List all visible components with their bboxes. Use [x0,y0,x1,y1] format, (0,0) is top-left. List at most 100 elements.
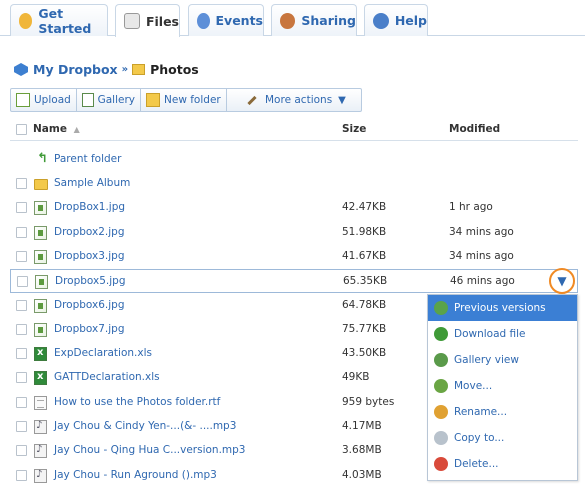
file-size: 4.17MB [342,420,382,432]
excel-file-icon [34,347,47,362]
table-row[interactable]: DropBox1.jpg 42.47KB 1 hr ago [10,196,578,220]
row-checkbox[interactable] [16,178,27,189]
row-checkbox[interactable] [16,226,27,238]
row-checkbox[interactable] [17,276,28,288]
events-icon [197,12,210,29]
row-checkbox[interactable] [16,421,27,432]
move-icon [434,379,448,393]
file-name-link[interactable]: Sample Album [54,177,130,189]
menu-item-label: Previous versions [454,302,546,314]
tab-files[interactable]: Files [115,4,180,37]
size-column-header[interactable]: Size [342,123,366,135]
folder-icon [34,179,48,190]
tab-label: Get Started [38,5,92,36]
file-name-link[interactable]: GATTDeclaration.xls [54,371,160,383]
file-size: 43.50KB [342,347,387,360]
tab-label: Files [145,13,179,29]
new-folder-button[interactable]: New folder [141,89,227,111]
help-icon [373,12,389,29]
file-modified: 34 mins ago [449,225,514,238]
new-folder-icon [146,93,160,107]
sort-arrow-icon: ▲ [73,125,80,134]
file-name-link[interactable]: DropBox1.jpg [54,201,125,213]
menu-item-previous-versions[interactable]: Previous versions [428,295,577,321]
breadcrumb-home-link[interactable]: My Dropbox [33,62,118,77]
row-checkbox[interactable] [16,372,27,384]
row-checkbox[interactable] [16,202,27,214]
menu-item-delete[interactable]: Delete... [428,451,577,477]
row-checkbox[interactable] [16,445,27,457]
tab-label: Events [215,13,263,28]
file-name-link[interactable]: ExpDeclaration.xls [54,347,152,359]
tab-events[interactable]: Events [188,4,264,36]
file-name-link[interactable]: Dropbox6.jpg [54,299,125,311]
file-size: 4.03MB [342,468,382,481]
file-name-link[interactable]: Jay Chou & Cindy Yen-...(&- ....mp3 [54,420,236,432]
menu-item-copy[interactable]: Copy to... [428,425,577,451]
row-actions-dropdown-button[interactable]: ▼ [549,268,575,294]
parent-folder-row: ↰ Parent folder [10,148,578,172]
rename-icon [434,405,448,419]
parent-folder-link[interactable]: Parent folder [54,153,121,165]
download-icon [434,327,448,341]
file-name-link[interactable]: Jay Chou - Qing Hua C...version.mp3 [54,444,246,456]
row-checkbox[interactable] [16,323,27,335]
upload-button[interactable]: Upload [11,89,77,111]
file-size: 49KB [342,371,370,384]
file-size: 51.98KB [342,225,387,238]
file-size: 64.78KB [342,298,387,311]
modified-column-header[interactable]: Modified [449,123,500,135]
tab-get-started[interactable]: Get Started [10,4,108,36]
menu-item-gallery-view[interactable]: Gallery view [428,347,577,373]
file-name-link[interactable]: How to use the Photos folder.rtf [54,396,220,408]
menu-item-rename[interactable]: Rename... [428,399,577,425]
row-context-menu: Previous versions Download file Gallery vi… [427,294,578,481]
copy-icon [434,431,448,445]
table-row[interactable]: Sample Album [10,172,578,196]
table-row[interactable]: Dropbox2.jpg 51.98KB 34 mins ago [10,221,578,245]
row-checkbox[interactable] [16,250,27,262]
sharing-icon [280,12,296,29]
file-size: 3.68MB [342,444,382,457]
table-row[interactable]: Dropbox3.jpg 41.67KB 34 mins ago [10,245,578,269]
menu-item-download[interactable]: Download file [428,321,577,347]
more-actions-button[interactable]: More actions ▼ [227,89,361,111]
file-modified: 34 mins ago [449,249,514,262]
audio-file-icon [34,468,47,483]
menu-item-label: Move... [454,380,493,392]
get-started-icon [19,12,33,29]
row-checkbox[interactable] [16,348,27,360]
image-file-icon [34,225,47,240]
gallery-view-icon [434,353,448,367]
menu-item-label: Delete... [454,458,499,470]
file-size: 65.35KB [343,275,388,288]
menu-item-label: Gallery view [454,354,519,366]
file-size: 42.47KB [342,201,387,214]
menu-item-move[interactable]: Move... [428,373,577,399]
file-name-link[interactable]: Dropbox5.jpg [55,275,126,287]
file-modified: 1 hr ago [449,201,493,214]
row-checkbox[interactable] [16,299,27,311]
breadcrumb: My Dropbox » Photos [14,62,199,77]
delete-icon [434,457,448,471]
audio-file-icon [34,420,47,434]
gallery-button[interactable]: Gallery [77,89,141,111]
row-checkbox[interactable] [16,396,27,408]
file-name-link[interactable]: Dropbox2.jpg [54,226,125,238]
file-name-link[interactable]: Dropbox3.jpg [54,250,125,262]
image-file-icon [34,201,47,216]
tab-label: Sharing [301,13,356,28]
file-name-link[interactable]: Jay Chou - Run Aground ().mp3 [54,469,217,481]
image-file-icon [34,298,47,313]
tab-help[interactable]: Help [364,4,428,36]
name-column-header[interactable]: Name ▲ [33,123,80,135]
row-checkbox[interactable] [16,469,27,481]
table-row[interactable]: Dropbox5.jpg 65.35KB 46 mins ago [10,269,578,294]
file-name-link[interactable]: Dropbox7.jpg [54,323,125,335]
file-size: 959 bytes [342,395,395,408]
main-tabs: Get Started Files Events Sharing Help [0,0,585,37]
new-folder-label: New folder [164,94,221,106]
tab-sharing[interactable]: Sharing [271,4,357,36]
select-all-checkbox[interactable] [16,124,27,135]
chevron-down-icon: ▼ [557,274,567,288]
